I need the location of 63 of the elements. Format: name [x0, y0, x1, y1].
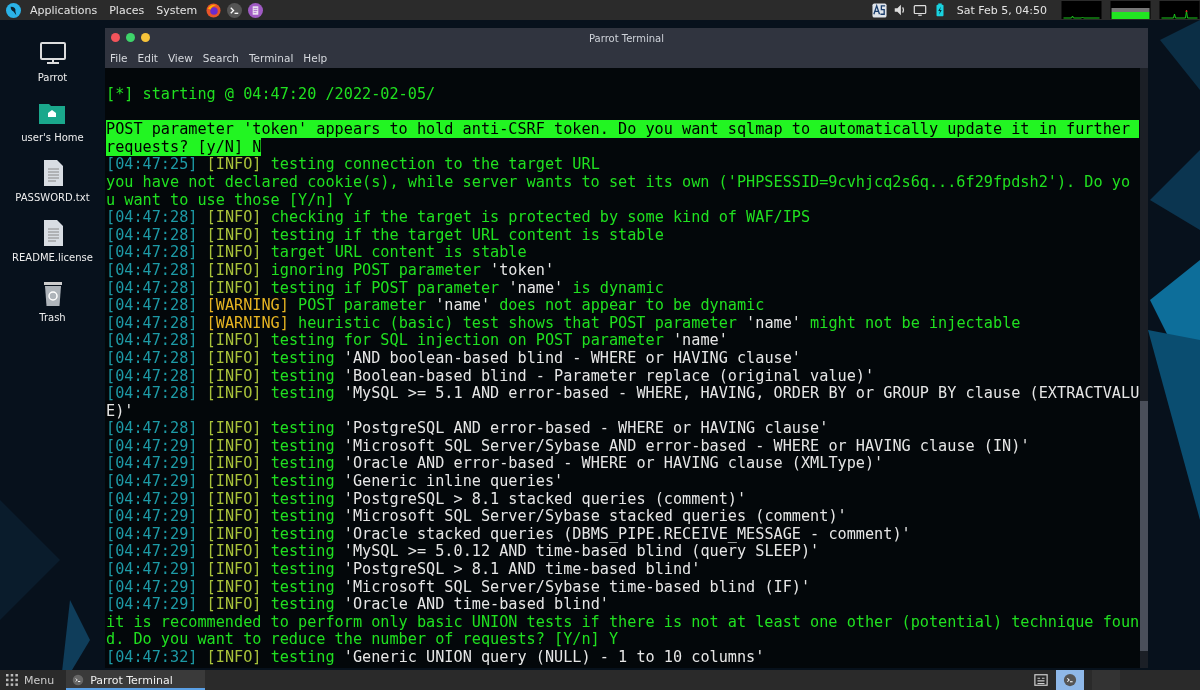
panel-menu[interactable]: Applications: [27, 3, 101, 17]
cpu-graph-drawing: [1061, 1, 1102, 19]
terminal-line: [04:47:29] [INFO] testing 'Generic inline queries': [106, 473, 565, 491]
terminal-line: [04:47:29] [INFO] testing 'Oracle AND time-based blind': [106, 596, 610, 614]
terminal-line: [04:47:25] [INFO] testing connection to the target URL: [106, 156, 601, 174]
terminal-line: [04:47:28] [WARNING] heuristic (basic) test shows that POST parameter 'name' might not be injectable: [106, 314, 1022, 333]
terminal-line: [04:47:28] [INFO] target URL content is stable: [106, 244, 528, 262]
network-graph-drawing: [1159, 1, 1200, 19]
terminal-line: [04:47:28] [INFO] testing for SQL injection on POST parameter 'name': [106, 332, 729, 350]
desktop-icon-label[interactable]: README.license: [12, 252, 93, 263]
desktop-icon-label[interactable]: PASSWORD.txt: [15, 192, 90, 203]
terminal-icon[interactable]: [227, 2, 243, 18]
terminal-line: [04:47:29] [INFO] testing 'Microsoft SQL Server/Sybase stacked queries (comment)': [106, 508, 848, 526]
close-button[interactable]: [111, 33, 120, 42]
maximize-button[interactable]: [126, 33, 135, 42]
window-title: Parrot Terminal: [589, 32, 664, 44]
browser-icon[interactable]: [206, 2, 222, 18]
terminal-line: [04:47:28] [INFO] checking if the target is protected by some kind of WAF/IPS: [106, 209, 812, 227]
parrot-logo-icon[interactable]: [6, 2, 21, 18]
text-editor-icon[interactable]: [248, 2, 264, 18]
workspace-button[interactable]: [1056, 670, 1084, 690]
panel-menu[interactable]: Places: [106, 3, 148, 17]
terminal-line: [04:47:29] [INFO] testing 'Oracle stacked queries (DBMS_PIPE.RECEIVE_MESSAGE - comment)': [106, 525, 912, 544]
terminal-line: [04:47:29] [INFO] testing 'Microsoft SQL Server/Sybase time-based blind (IF)': [106, 578, 812, 597]
wallpaper-shape: [1160, 20, 1200, 90]
terminal-line: [04:47:28] [INFO] testing 'AND boolean-based blind - WHERE or HAVING clause': [106, 349, 802, 368]
menu-item[interactable]: Terminal: [245, 52, 297, 64]
desktop-icon-label[interactable]: user's Home: [21, 132, 84, 143]
taskbar-button[interactable]: Parrot Terminal: [66, 670, 206, 690]
terminal-line: [04:47:32] [INFO] testing 'Generic UNION query (NULL) - 1 to 10 columns': [106, 649, 766, 667]
menu-item[interactable]: View: [164, 52, 196, 64]
terminal-line: [04:47:29] [INFO] testing 'PostgreSQL > 8.1 stacked queries (comment)': [106, 490, 748, 509]
scrollbar-thumb[interactable]: [1140, 401, 1148, 651]
volume-icon[interactable]: [892, 3, 907, 17]
scrollbar[interactable]: [1140, 68, 1148, 668]
panel-menu[interactable]: System: [153, 3, 201, 17]
keyboard-icon[interactable]: [1034, 673, 1048, 687]
menu-item[interactable]: Edit: [134, 52, 161, 64]
terminal-line: [04:47:28] [INFO] testing 'Boolean-based blind - Parameter replace (original value)': [106, 367, 876, 386]
keyboard-layout-icon[interactable]: [871, 2, 887, 18]
terminal-line: [04:47:29] [INFO] testing 'MySQL >= 5.0.12 AND time-based blind (query SLEEP)': [106, 543, 821, 562]
desktop-icon-label[interactable]: Trash: [39, 312, 66, 323]
terminal-line: [04:47:28] [INFO] ignoring POST parameter 'token': [106, 261, 556, 280]
desktop-icon-label[interactable]: Parrot: [37, 72, 68, 83]
grid-icon[interactable]: [6, 674, 18, 686]
terminal-line: [04:47:28] [INFO] testing 'MySQL >= 5.1 AND error-based - WHERE, HAVING, ORDER BY or GROUP BY clause (EXTRACTVALUE)': [106, 385, 1140, 421]
menu-button[interactable]: Menu: [0, 670, 67, 690]
terminal-line: [04:47:28] [INFO] testing if the target URL content is stable: [106, 226, 665, 245]
memory-graph-drawing: [1110, 1, 1151, 19]
terminal-line: [04:47:28] [INFO] testing 'PostgreSQL AND error-based - WHERE or HAVING clause': [106, 420, 830, 438]
terminal-line: [*] starting @ 04:47:20 /2022-02-05/: [106, 86, 437, 104]
menu-item[interactable]: File: [107, 52, 131, 64]
terminal-icon[interactable]: [72, 674, 85, 686]
terminal-line: [04:47:28] [INFO] testing if POST parameter 'name' is dynamic: [106, 279, 665, 298]
minimize-button[interactable]: [141, 33, 150, 42]
clock[interactable]: Sat Feb 5, 04:50: [956, 3, 1047, 17]
terminal-line: [04:47:29] [INFO] testing 'Microsoft SQL Server/Sybase AND error-based - WHERE or HAVING clause (IN)': [106, 437, 1031, 456]
display-icon[interactable]: [912, 3, 927, 17]
terminal-line: [04:47:29] [INFO] testing 'PostgreSQL > 8.1 AND time-based blind': [106, 561, 702, 579]
menu-item[interactable]: Search: [199, 52, 242, 64]
terminal-line: [04:47:29] [INFO] testing 'Oracle AND error-based - WHERE or HAVING clause (XMLType)': [106, 455, 885, 474]
menu-item[interactable]: Help: [300, 52, 331, 64]
terminal-line: [04:47:28] [WARNING] POST parameter 'name' does not appear to be dynamic: [106, 297, 766, 315]
